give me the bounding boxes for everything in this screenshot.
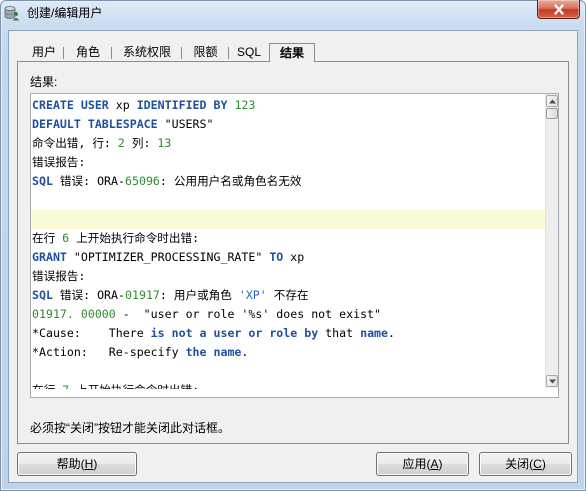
tab-quotas[interactable]: 限额 bbox=[182, 44, 229, 61]
results-text-viewport: CREATE USER xp IDENTIFIED BY 123 DEFAULT … bbox=[31, 94, 545, 389]
help-button-suffix: ) bbox=[93, 457, 98, 471]
result-line: DEFAULT TABLESPACE "USERS" bbox=[31, 115, 545, 134]
result-token: 错误报告: bbox=[32, 155, 86, 169]
result-token: 命令出错, 行: bbox=[32, 136, 118, 150]
apply-button[interactable]: 应用(A) bbox=[376, 452, 469, 476]
close-button-label: 关闭( bbox=[505, 457, 534, 471]
scroll-down-button[interactable] bbox=[546, 375, 558, 387]
result-token: 在行 bbox=[32, 383, 62, 389]
result-token: 01917 bbox=[125, 288, 160, 302]
result-token: IDENTIFIED BY bbox=[136, 98, 228, 112]
result-line bbox=[31, 362, 545, 381]
close-button-suffix: ) bbox=[541, 457, 546, 471]
result-token: that bbox=[318, 326, 361, 340]
close-window-button[interactable] bbox=[537, 0, 580, 19]
result-line: 错误报告: bbox=[31, 153, 545, 172]
tab-results[interactable]: 结果 bbox=[269, 43, 315, 62]
create-edit-user-dialog: 创建/编辑用户 用户 角色 系统权限 限额 SQL 结果 结果: CREATE … bbox=[0, 0, 586, 491]
result-token: name bbox=[360, 326, 389, 340]
tab-roles[interactable]: 角色 bbox=[64, 44, 112, 61]
result-token: : 用户或角色 bbox=[159, 288, 239, 302]
scrollbar-thumb[interactable] bbox=[546, 108, 558, 119]
result-line: SQL 错误: ORA-01917: 用户或角色 'XP' 不存在 bbox=[31, 286, 545, 305]
result-line: SQL 错误: ORA-65096: 公用用户名或角色名无效 bbox=[31, 172, 545, 191]
help-button[interactable]: 帮助(H) bbox=[17, 452, 137, 476]
result-line bbox=[31, 191, 545, 210]
current-line-highlight bbox=[31, 210, 545, 229]
tab-system-privileges[interactable]: 系统权限 bbox=[112, 44, 182, 61]
result-token: . bbox=[241, 345, 249, 359]
result-token: *Cause: There bbox=[32, 326, 151, 340]
result-line: CREATE USER xp IDENTIFIED BY 123 bbox=[31, 96, 545, 115]
help-button-label: 帮助( bbox=[56, 457, 85, 471]
result-line: GRANT "OPTIMIZER_PROCESSING_RATE" TO xp bbox=[31, 248, 545, 267]
result-token: 错误: ORA- bbox=[52, 174, 126, 188]
result-token: 'XP' bbox=[238, 288, 267, 302]
result-token: the name bbox=[185, 345, 242, 359]
result-token: 01917. 00000 bbox=[32, 307, 116, 321]
result-token: 上开始执行命令时出错: bbox=[69, 231, 200, 245]
result-token: 在行 bbox=[32, 231, 63, 245]
result-token: 不存在 bbox=[266, 288, 309, 302]
result-token: "OPTIMIZER_PROCESSING_RATE" bbox=[66, 250, 270, 264]
result-token: 错误: ORA- bbox=[52, 288, 126, 302]
result-token: 列: bbox=[124, 136, 158, 150]
close-button[interactable]: 关闭(C) bbox=[479, 452, 572, 476]
result-token: GRANT bbox=[32, 250, 67, 264]
result-token: 123 bbox=[234, 98, 256, 112]
result-token: 错误报告: bbox=[32, 269, 86, 283]
result-line: 在行 6 上开始执行命令时出错: bbox=[31, 229, 545, 248]
results-text-area[interactable]: CREATE USER xp IDENTIFIED BY 123 DEFAULT … bbox=[30, 93, 559, 398]
result-token: . bbox=[388, 326, 395, 340]
result-line: *Action: Re-specify the name. bbox=[31, 343, 545, 362]
result-token: "USERS" bbox=[157, 117, 214, 131]
tab-user[interactable]: 用户 bbox=[24, 44, 64, 61]
result-token: - "user or role '%s' does not exist" bbox=[115, 307, 382, 321]
result-token: : 公用用户名或角色名无效 bbox=[159, 174, 302, 188]
result-line: 01917. 00000 - "user or role '%s' does n… bbox=[31, 305, 545, 324]
result-token: 13 bbox=[157, 136, 172, 150]
result-line: *Cause: There is not a user or role by t… bbox=[31, 324, 545, 343]
result-token: xp bbox=[283, 250, 305, 264]
window-title: 创建/编辑用户 bbox=[27, 6, 103, 20]
result-token: DEFAULT TABLESPACE bbox=[32, 117, 158, 131]
apply-button-label: 应用( bbox=[402, 457, 431, 471]
database-user-icon bbox=[4, 5, 20, 21]
result-token: 65096 bbox=[125, 174, 160, 188]
scroll-up-button[interactable] bbox=[546, 95, 558, 107]
result-token: CREATE USER bbox=[32, 98, 109, 112]
result-token: SQL bbox=[32, 288, 53, 302]
result-token: xp bbox=[108, 98, 137, 112]
result-token: *Action: Re-specify bbox=[32, 345, 186, 359]
result-line: 错误报告: bbox=[31, 267, 545, 286]
results-label: 结果: bbox=[30, 75, 58, 89]
result-token: is not a user or role by bbox=[150, 326, 319, 340]
apply-button-suffix: ) bbox=[438, 457, 443, 471]
close-instruction-message: 必须按“关闭”按钮才能关闭此对话框。 bbox=[30, 421, 230, 435]
result-token: 2 bbox=[117, 136, 125, 150]
result-token: TO bbox=[269, 250, 284, 264]
tab-sql[interactable]: SQL bbox=[229, 44, 269, 61]
result-token: 上开始执行命令时出错: bbox=[69, 383, 199, 389]
result-line: 在行 7 上开始执行命令时出错: bbox=[31, 381, 545, 389]
result-token: SQL bbox=[32, 174, 53, 188]
apply-button-mnemonic: A bbox=[430, 457, 439, 471]
result-line: 命令出错, 行: 2 列: 13 bbox=[31, 134, 545, 153]
close-button-mnemonic: C bbox=[533, 457, 542, 471]
vertical-scrollbar[interactable] bbox=[545, 94, 558, 388]
